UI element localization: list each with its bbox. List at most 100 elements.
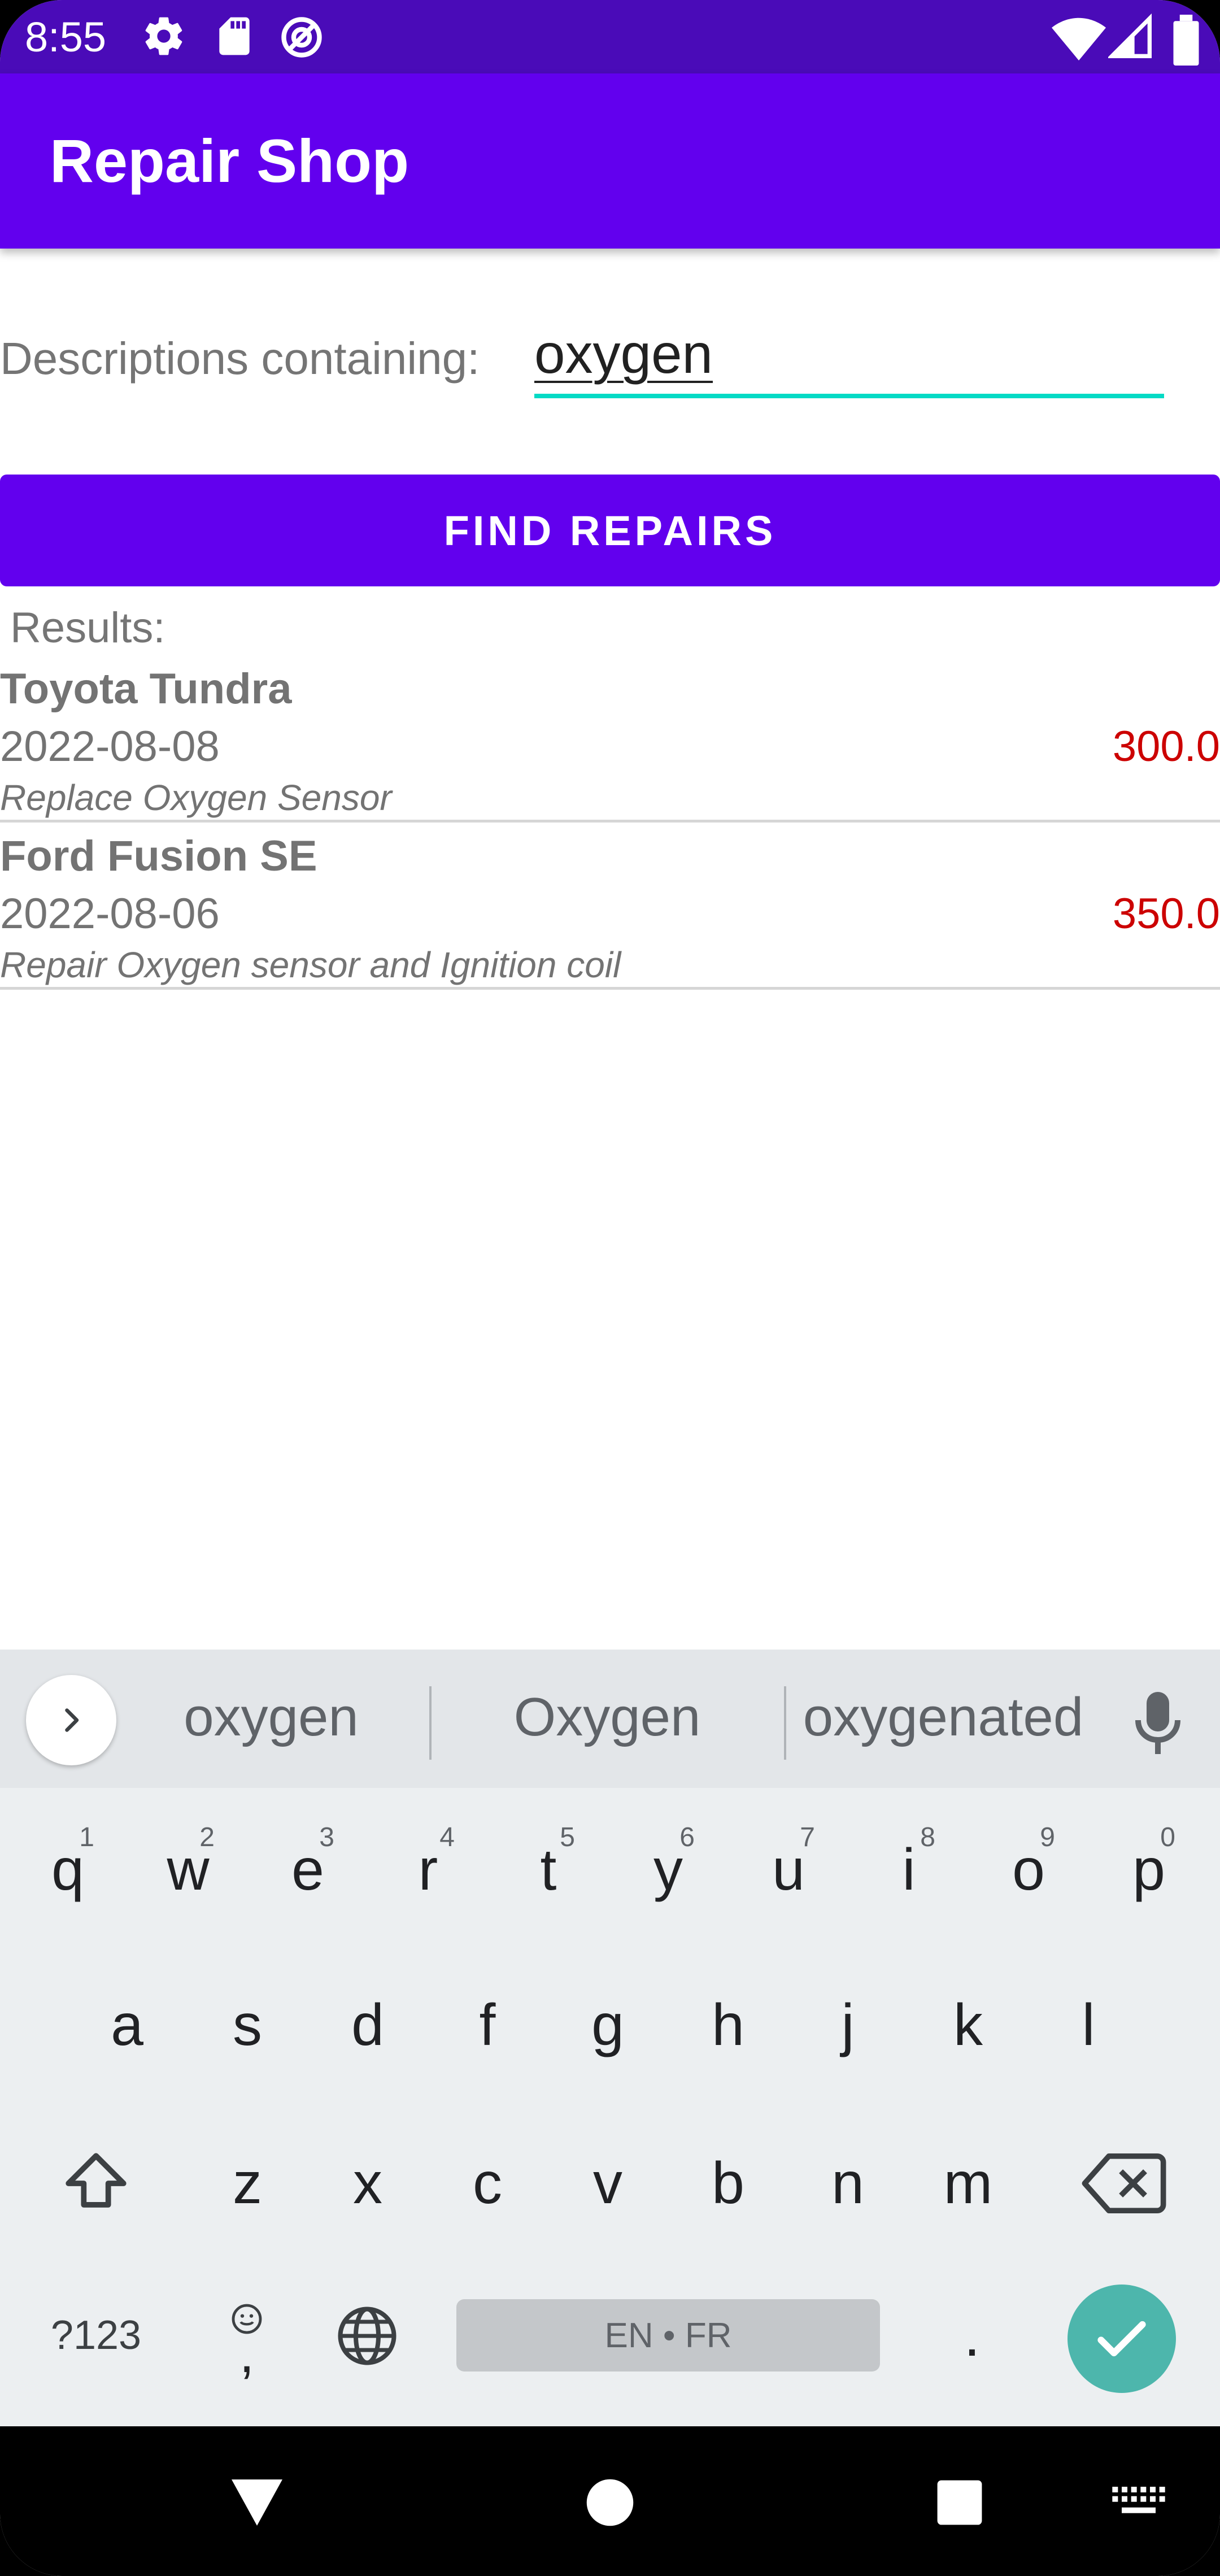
period-key[interactable]: .	[924, 2271, 1020, 2401]
key-label: y	[653, 1837, 683, 1903]
key-label: j	[841, 1992, 855, 2058]
key-w[interactable]: w2	[140, 1805, 236, 1935]
results-list: Toyota Tundra 2022-08-08 300.0 Replace O…	[0, 655, 1220, 990]
key-label: d	[351, 1992, 384, 2058]
key-hint: 9	[1040, 1822, 1055, 1852]
key-f[interactable]: f	[439, 1960, 535, 2090]
key-label: l	[1082, 1992, 1095, 2058]
key-s[interactable]: s	[199, 1960, 295, 2090]
key-label: v	[593, 2150, 622, 2216]
key-h[interactable]: h	[680, 1960, 776, 2090]
key-a[interactable]: a	[79, 1960, 175, 2090]
suggestion-strip: oxygen Oxygen oxygenated	[0, 1650, 1220, 1788]
key-n[interactable]: n	[800, 2118, 896, 2248]
key-v[interactable]: v	[560, 2118, 656, 2248]
keyboard-switch-icon[interactable]	[1110, 2484, 1167, 2523]
key-e[interactable]: e3	[260, 1805, 356, 1935]
microphone-icon[interactable]	[1130, 1689, 1186, 1757]
key-j[interactable]: j	[800, 1960, 896, 2090]
globe-icon	[338, 2307, 396, 2365]
key-label: x	[353, 2150, 382, 2216]
key-label: .	[964, 2303, 981, 2369]
find-repairs-button[interactable]: FIND REPAIRS	[0, 475, 1220, 586]
result-row[interactable]: Toyota Tundra 2022-08-08 300.0 Replace O…	[0, 655, 1220, 823]
suggestion-2[interactable]: Oxygen	[452, 1683, 762, 1751]
expand-toolbar-button[interactable]	[26, 1675, 116, 1765]
descriptions-label: Descriptions containing:	[0, 333, 480, 384]
navigation-bar	[0, 2426, 1220, 2576]
result-date: 2022-08-08	[0, 723, 220, 771]
chevron-right-icon	[65, 1708, 79, 1732]
key-label: a	[111, 1992, 143, 2058]
suggestion-3[interactable]: oxygenated	[796, 1683, 1090, 1751]
key-label: g	[591, 1992, 624, 2058]
backspace-icon	[1082, 2153, 1166, 2214]
key-label: k	[953, 1992, 983, 2058]
key-l[interactable]: l	[1040, 1960, 1136, 2090]
result-description: Repair Oxygen sensor and Ignition coil	[0, 945, 621, 985]
key-label: s	[233, 1992, 262, 2058]
key-m[interactable]: m	[920, 2118, 1016, 2248]
sd-card-icon	[219, 17, 250, 55]
emoji-comma-key[interactable]: ,	[199, 2271, 295, 2401]
checkmark-icon	[1097, 2321, 1146, 2357]
key-b[interactable]: b	[680, 2118, 776, 2248]
status-time: 8:55	[25, 14, 107, 60]
key-label: r	[418, 1837, 438, 1903]
comma-label: ,	[239, 2323, 255, 2384]
key-r[interactable]: r4	[380, 1805, 476, 1935]
backspace-key[interactable]	[1076, 2118, 1172, 2248]
suggestion-divider	[429, 1686, 432, 1760]
app-title: Repair Shop	[50, 127, 409, 195]
key-label: m	[943, 2150, 993, 2216]
key-label: n	[831, 2150, 864, 2216]
key-label: c	[473, 2150, 502, 2216]
battery-icon	[1173, 15, 1199, 66]
key-q[interactable]: q1	[20, 1805, 116, 1935]
language-key[interactable]	[319, 2271, 415, 2401]
shift-key[interactable]	[48, 2118, 144, 2248]
result-cost: 350.0	[1112, 890, 1220, 938]
do-not-disturb-icon	[281, 17, 322, 58]
description-search-input[interactable]	[534, 314, 1164, 398]
key-c[interactable]: c	[439, 2118, 535, 2248]
key-hint: 2	[199, 1822, 215, 1852]
enter-key[interactable]	[1068, 2285, 1176, 2393]
key-hint: 6	[679, 1822, 695, 1852]
cell-signal-icon	[1108, 14, 1152, 59]
key-o[interactable]: o9	[981, 1805, 1077, 1935]
key-hint: 4	[439, 1822, 455, 1852]
key-p[interactable]: p0	[1101, 1805, 1197, 1935]
recents-icon[interactable]	[935, 2478, 984, 2527]
home-icon[interactable]	[585, 2477, 635, 2528]
symbols-key[interactable]: ?123	[34, 2299, 158, 2372]
key-label: h	[712, 1992, 744, 2058]
key-z[interactable]: z	[199, 2118, 295, 2248]
key-label: i	[902, 1837, 916, 1903]
key-k[interactable]: k	[920, 1960, 1016, 2090]
result-row[interactable]: Ford Fusion SE 2022-08-06 350.0 Repair O…	[0, 823, 1220, 990]
result-date: 2022-08-06	[0, 890, 220, 938]
key-d[interactable]: d	[320, 1960, 416, 2090]
space-key[interactable]: EN • FR	[456, 2299, 880, 2372]
key-hint: 3	[319, 1822, 334, 1852]
key-label: z	[233, 2150, 262, 2216]
back-icon[interactable]	[229, 2477, 285, 2528]
status-bar: 8:55	[0, 0, 1220, 73]
key-u[interactable]: u7	[740, 1805, 836, 1935]
key-y[interactable]: y6	[620, 1805, 716, 1935]
key-t[interactable]: t5	[500, 1805, 596, 1935]
result-description: Replace Oxygen Sensor	[0, 777, 392, 818]
key-hint: 5	[560, 1822, 575, 1852]
result-cost: 300.0	[1112, 723, 1220, 771]
key-g[interactable]: g	[560, 1960, 656, 2090]
key-i[interactable]: i8	[861, 1805, 957, 1935]
shift-icon	[66, 2153, 127, 2208]
result-vehicle: Ford Fusion SE	[0, 832, 317, 880]
key-x[interactable]: x	[320, 2118, 416, 2248]
suggestion-divider	[784, 1686, 786, 1760]
key-hint: 1	[79, 1822, 94, 1852]
suggestion-1[interactable]: oxygen	[141, 1683, 401, 1751]
key-label: b	[712, 2150, 744, 2216]
results-label: Results:	[10, 604, 165, 652]
